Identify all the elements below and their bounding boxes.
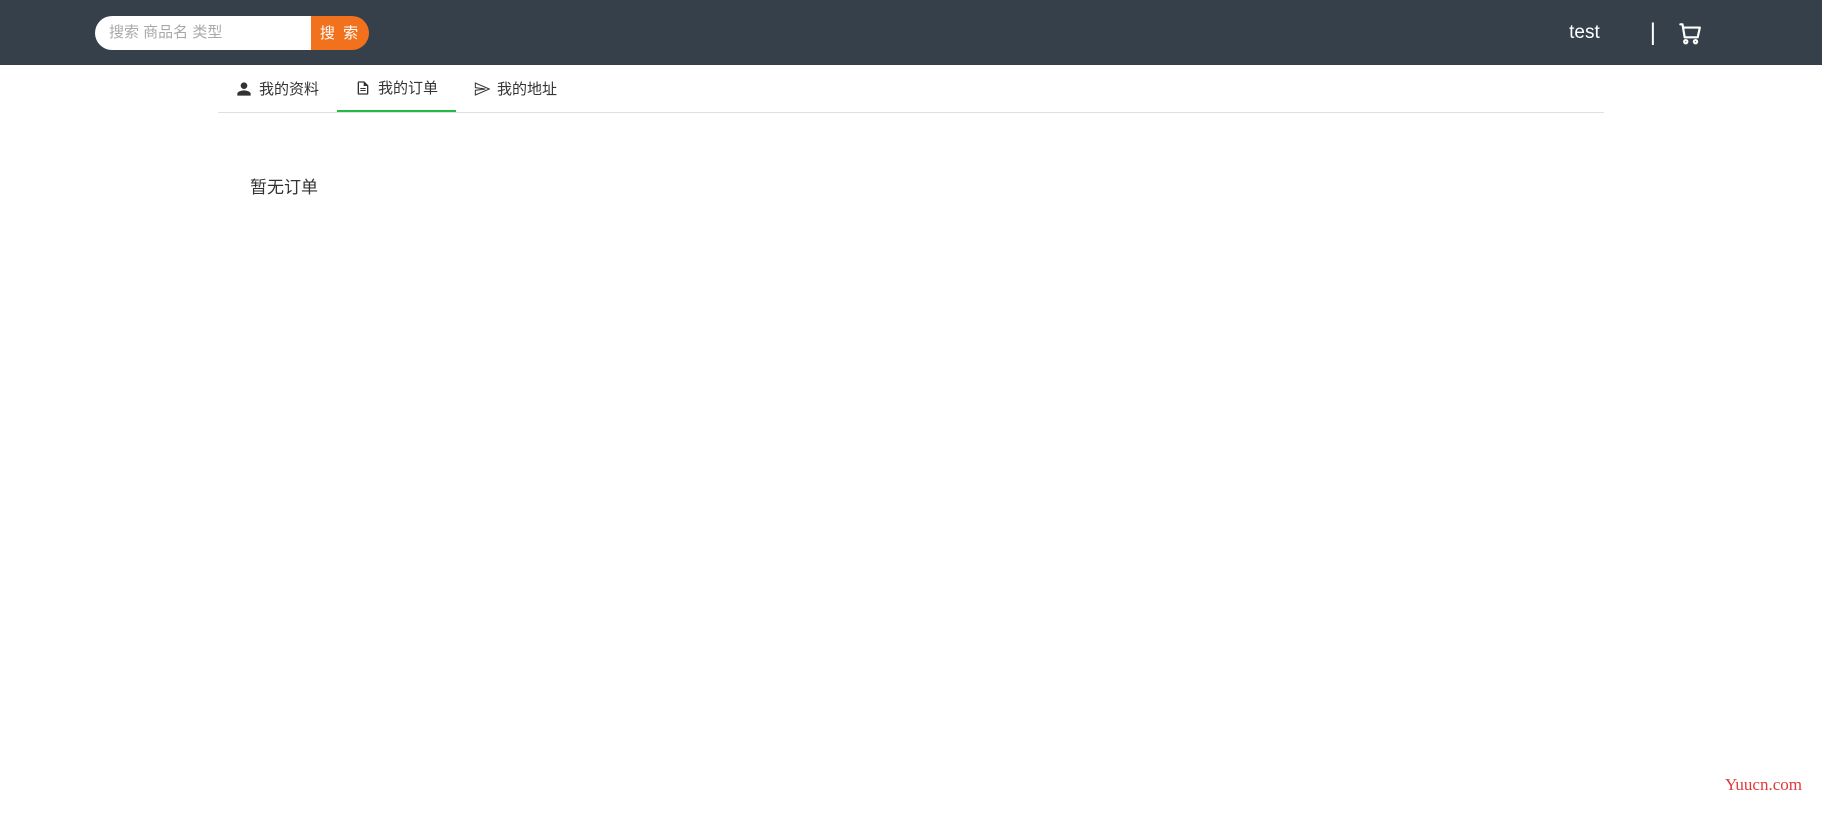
content-area: 暂无订单: [0, 113, 1822, 198]
search-input[interactable]: [95, 16, 311, 50]
tab-address[interactable]: 我的地址: [456, 65, 575, 112]
tab-profile-label: 我的资料: [259, 78, 319, 99]
tabs: 我的资料 我的订单 我的地址: [218, 65, 1604, 113]
header-divider: |: [1650, 19, 1656, 47]
empty-orders-text: 暂无订单: [250, 173, 1822, 198]
user-link[interactable]: test: [1561, 22, 1608, 44]
tab-orders-label: 我的订单: [378, 77, 438, 98]
top-header: 搜 索 test |: [0, 0, 1822, 65]
user-icon: [236, 81, 252, 97]
search-wrap: 搜 索: [95, 16, 369, 50]
search-button[interactable]: 搜 索: [311, 16, 369, 50]
header-right: test |: [1561, 0, 1822, 65]
watermark: Yuucn.com: [1725, 775, 1802, 795]
cart-icon: [1676, 20, 1702, 46]
file-icon: [355, 80, 371, 96]
tab-address-label: 我的地址: [497, 78, 557, 99]
send-icon: [474, 81, 490, 97]
cart-button[interactable]: [1676, 20, 1702, 46]
tab-orders[interactable]: 我的订单: [337, 65, 456, 112]
tab-profile[interactable]: 我的资料: [218, 65, 337, 112]
